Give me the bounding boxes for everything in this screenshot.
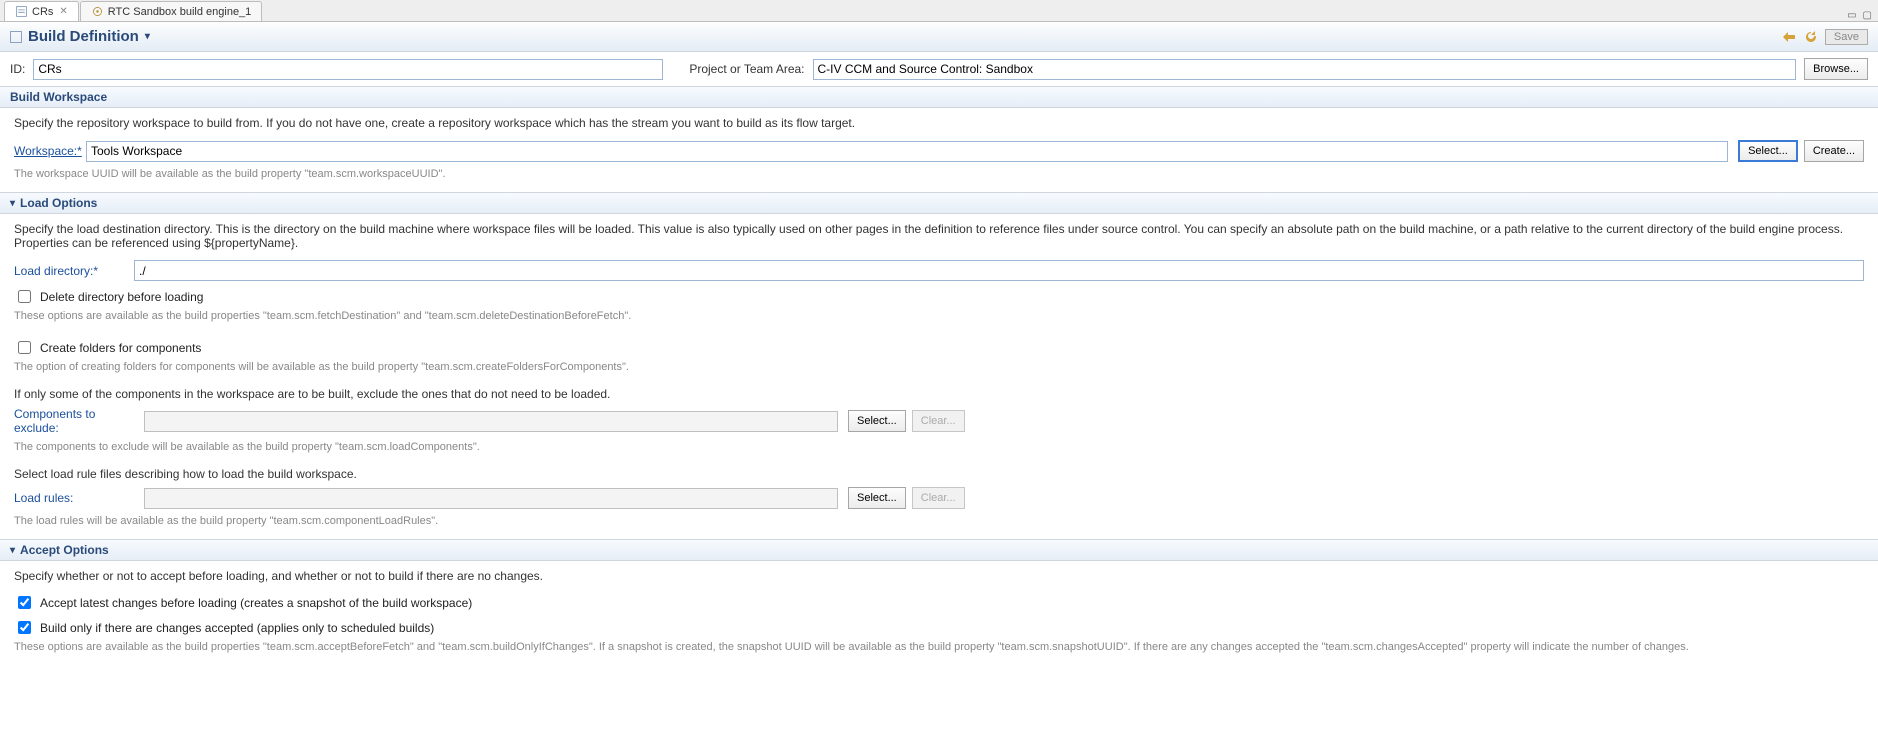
accept-latest-label: Accept latest changes before loading (cr…: [40, 596, 472, 610]
accept-latest-checkbox[interactable]: [18, 596, 31, 609]
rules-hint: The load rules will be available as the …: [14, 515, 1864, 527]
browse-button[interactable]: Browse...: [1804, 58, 1868, 80]
tabbar-right-controls: ▭ ▢: [1847, 10, 1878, 21]
create-folders-label: Create folders for components: [40, 341, 201, 355]
workspace-field[interactable]: [86, 141, 1728, 162]
create-folders-checkbox[interactable]: [18, 341, 31, 354]
exclude-clear-button[interactable]: Clear...: [912, 410, 965, 432]
page-title-icon: [10, 31, 22, 43]
exclude-hint: The components to exclude will be availa…: [14, 441, 1864, 453]
section-accept-options-body: Specify whether or not to accept before …: [0, 561, 1878, 665]
section-load-options-body: Specify the load destination directory. …: [0, 214, 1878, 539]
refresh-icon[interactable]: [1803, 29, 1819, 45]
chevron-down-icon: ▾: [10, 198, 15, 209]
load-dir-field[interactable]: [134, 260, 1864, 281]
form-header: Build Definition ▾ Save: [0, 22, 1878, 52]
accept-desc: Specify whether or not to accept before …: [14, 569, 1864, 583]
team-area-label: Project or Team Area:: [689, 62, 804, 76]
rules-field: [144, 488, 838, 509]
chevron-down-icon: ▾: [145, 31, 150, 42]
section-title: Load Options: [20, 196, 97, 210]
section-build-workspace-header[interactable]: Build Workspace: [0, 86, 1878, 108]
workspace-select-button[interactable]: Select...: [1738, 140, 1798, 162]
build-engine-icon: [91, 5, 104, 18]
page-title: Build Definition: [28, 28, 139, 45]
exclude-field: [144, 411, 838, 432]
workspace-create-button[interactable]: Create...: [1804, 140, 1864, 162]
delete-hint: These options are available as the build…: [14, 310, 1864, 322]
folders-hint: The option of creating folders for compo…: [14, 361, 1864, 373]
accept-hint: These options are available as the build…: [14, 641, 1864, 653]
build-only-if-changes-label: Build only if there are changes accepted…: [40, 621, 434, 635]
rules-desc: Select load rule files describing how to…: [14, 467, 1864, 481]
tab-crs[interactable]: CRs ✕: [4, 1, 79, 21]
tab-label: CRs: [32, 6, 53, 18]
exclude-desc: If only some of the components in the wo…: [14, 387, 1864, 401]
chevron-down-icon: ▾: [10, 545, 15, 556]
team-area-field[interactable]: [813, 59, 1797, 80]
page-title-menu[interactable]: Build Definition ▾: [28, 28, 150, 45]
tab-label: RTC Sandbox build engine_1: [108, 6, 252, 18]
id-team-row: ID: Project or Team Area: Browse...: [0, 52, 1878, 86]
section-load-options-header[interactable]: ▾ Load Options: [0, 192, 1878, 214]
exclude-select-button[interactable]: Select...: [848, 410, 906, 432]
section-title: Build Workspace: [10, 90, 107, 104]
build-only-if-changes-checkbox[interactable]: [18, 621, 31, 634]
id-field[interactable]: [33, 59, 663, 80]
workspace-label[interactable]: Workspace:: [14, 144, 76, 158]
load-desc: Specify the load destination directory. …: [14, 222, 1864, 250]
delete-before-load-checkbox[interactable]: [18, 290, 31, 303]
section-title: Accept Options: [20, 543, 109, 557]
maximize-icon[interactable]: ▢: [1863, 10, 1872, 21]
minimize-icon[interactable]: ▭: [1847, 10, 1856, 21]
save-button[interactable]: Save: [1825, 29, 1868, 45]
build-definition-icon: [15, 5, 28, 18]
delete-before-load-label: Delete directory before loading: [40, 290, 203, 304]
close-icon[interactable]: ✕: [59, 6, 67, 17]
rules-label: Load rules:: [14, 491, 134, 505]
load-dir-label: Load directory:: [14, 264, 124, 278]
rules-select-button[interactable]: Select...: [848, 487, 906, 509]
section-build-workspace-body: Specify the repository workspace to buil…: [0, 108, 1878, 192]
request-build-icon[interactable]: [1781, 29, 1797, 45]
section-accept-options-header[interactable]: ▾ Accept Options: [0, 539, 1878, 561]
editor-tabbar: CRs ✕ RTC Sandbox build engine_1 ▭ ▢: [0, 0, 1878, 22]
workspace-hint: The workspace UUID will be available as …: [14, 168, 1864, 180]
exclude-label: Components to exclude:: [14, 407, 134, 435]
tab-rtc-engine[interactable]: RTC Sandbox build engine_1: [80, 1, 263, 21]
rules-clear-button[interactable]: Clear...: [912, 487, 965, 509]
id-label: ID:: [10, 62, 25, 76]
workspace-desc: Specify the repository workspace to buil…: [14, 116, 1864, 130]
